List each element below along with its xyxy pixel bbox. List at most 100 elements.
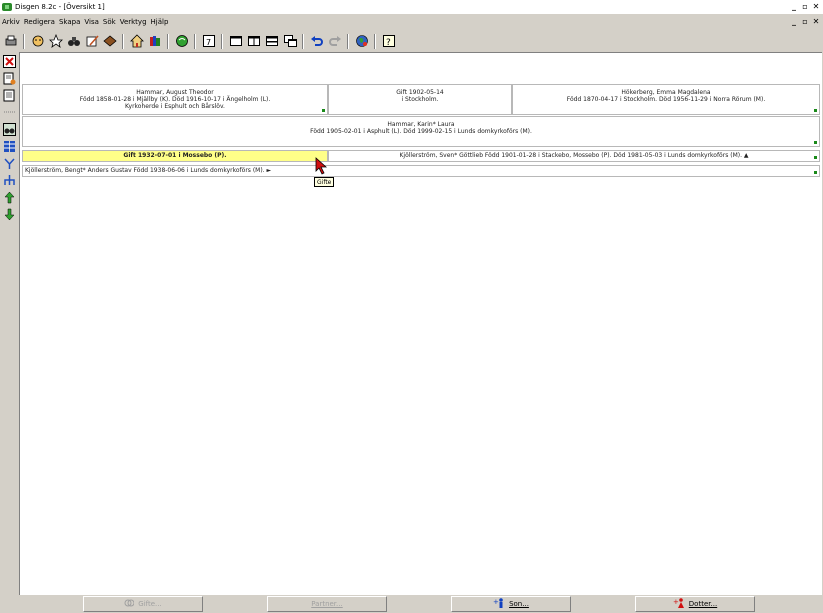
marriage-box[interactable]: Gift 1932-07-01 i Mossebo (P).	[22, 150, 328, 162]
navigate-up-icon[interactable]	[2, 190, 17, 205]
menu-skapa[interactable]: Skapa	[57, 18, 82, 26]
child-box[interactable]: Kjöllerström, Bengt* Anders Gustav Född …	[22, 165, 820, 177]
navigate-down-icon[interactable]	[2, 207, 17, 222]
gifte-label: Gifte...	[138, 600, 162, 608]
menu-redigera[interactable]: Redigera	[22, 18, 57, 26]
view-horizontal-split-icon[interactable]	[264, 34, 279, 49]
print-icon[interactable]	[3, 34, 18, 49]
descendants-icon[interactable]	[2, 173, 17, 188]
ancestors-icon[interactable]	[2, 156, 17, 171]
mdi-close-icon[interactable]: ✕	[811, 17, 821, 26]
parents-marriage-box[interactable]: Gift 1902-05-14 i Stockholm.	[328, 84, 512, 115]
subject-marker-icon	[814, 141, 817, 144]
subject-dates: Född 1905-02-01 i Asphult (L). Död 1999-…	[310, 128, 532, 135]
parents-marriage-place: i Stockholm.	[401, 96, 439, 103]
mdi-window-controls: _ ▫ ✕	[789, 17, 821, 26]
redo-icon[interactable]	[327, 34, 342, 49]
mouse-cursor-icon	[315, 157, 329, 177]
search-person-icon[interactable]	[2, 122, 17, 137]
tooltip: Gifte	[314, 177, 335, 187]
dotter-button[interactable]: + Dotter...	[635, 596, 755, 612]
separator-icon	[2, 105, 17, 120]
marriage-text: Gift 1932-07-01 i Mossebo (P).	[123, 152, 227, 159]
close-icon[interactable]: ✕	[811, 2, 821, 11]
dotter-icon: +	[673, 598, 685, 610]
subject-name: Hammar, Karin* Laura	[387, 121, 455, 128]
bottom-bar: Gifte... Partner... + Son... + Dotter...	[19, 595, 822, 613]
person-icon[interactable]	[30, 34, 45, 49]
father-name: Hammar, August Theodor	[136, 89, 214, 96]
notes-icon[interactable]	[84, 34, 99, 49]
dotter-label: Dotter...	[688, 600, 718, 608]
child-text: Kjöllerström, Bengt* Anders Gustav Född …	[25, 167, 272, 174]
window-controls: _ ▫ ✕	[789, 2, 821, 11]
menu-arkiv[interactable]: Arkiv	[0, 18, 22, 26]
menu-hjalp[interactable]: Hjälp	[149, 18, 171, 26]
svg-text:+: +	[493, 598, 499, 606]
toolbar: 7 ?	[0, 31, 823, 51]
spouse-box[interactable]: Kjöllerström, Sven* Göttlieb Född 1901-0…	[328, 150, 820, 162]
father-box[interactable]: Hammar, August Theodor Född 1858-01-28 i…	[22, 84, 328, 115]
spouse-marker-icon	[814, 156, 817, 159]
mdi-minimize-icon[interactable]: _	[789, 17, 799, 26]
list-view-icon[interactable]	[2, 139, 17, 154]
maximize-icon[interactable]: ▫	[800, 2, 810, 11]
spouse-text: Kjöllerström, Sven* Göttlieb Född 1901-0…	[399, 152, 749, 159]
binoculars-icon[interactable]	[66, 34, 81, 49]
undo-icon[interactable]	[309, 34, 324, 49]
son-button[interactable]: + Son...	[451, 596, 571, 612]
toolbar-separator	[122, 33, 124, 49]
title-bar: Disgen 8.2c - [Översikt 1] _ ▫ ✕	[0, 0, 823, 14]
view-single-icon[interactable]	[228, 34, 243, 49]
father-dates: Född 1858-01-28 i Mjällby (K). Död 1916-…	[79, 96, 271, 103]
child-marker-icon	[814, 171, 817, 174]
toolbar-separator	[194, 33, 196, 49]
son-icon: +	[493, 598, 505, 610]
svg-text:?: ?	[386, 38, 391, 48]
left-toolbar	[0, 52, 19, 613]
partner-button[interactable]: Partner...	[267, 596, 387, 612]
globe-icon[interactable]	[354, 34, 369, 49]
toolbar-separator	[167, 33, 169, 49]
help-icon[interactable]: ?	[381, 34, 396, 49]
edit-document-icon[interactable]	[2, 71, 17, 86]
svg-text:7: 7	[206, 38, 211, 47]
book-icon[interactable]	[102, 34, 117, 49]
gifte-icon	[124, 598, 135, 610]
svg-text:+: +	[673, 598, 679, 606]
menu-visa[interactable]: Visa	[82, 18, 101, 26]
toolbar-separator	[221, 33, 223, 49]
view-cascade-icon[interactable]	[282, 34, 297, 49]
books-icon[interactable]	[147, 34, 162, 49]
app-icon	[2, 3, 12, 11]
parents-marriage-date: Gift 1902-05-14	[396, 89, 444, 96]
mother-box[interactable]: Hökerberg, Emma Magdalena Född 1870-04-1…	[512, 84, 820, 115]
document-list-icon[interactable]	[2, 88, 17, 103]
favorites-icon[interactable]	[48, 34, 63, 49]
toolbar-separator	[23, 33, 25, 49]
menu-verktyg[interactable]: Verktyg	[118, 18, 149, 26]
home-icon[interactable]	[129, 34, 144, 49]
toolbar-separator	[302, 33, 304, 49]
partner-label: Partner...	[311, 600, 343, 608]
tree-icon[interactable]	[174, 34, 189, 49]
mother-dates: Född 1870-04-17 i Stockholm. Död 1956-11…	[566, 96, 766, 103]
gifte-button[interactable]: Gifte...	[83, 596, 203, 612]
overview-canvas: Hammar, August Theodor Född 1858-01-28 i…	[19, 52, 822, 595]
son-label: Son...	[509, 600, 529, 608]
toolbar-separator	[347, 33, 349, 49]
menu-bar: Arkiv Redigera Skapa Visa Sök Verktyg Hj…	[0, 15, 170, 28]
view-vertical-split-icon[interactable]	[246, 34, 261, 49]
delete-icon[interactable]	[2, 54, 17, 69]
father-note: Kyrkoherde i Esphult och Bårslöv.	[125, 103, 225, 110]
subject-box[interactable]: Hammar, Karin* Laura Född 1905-02-01 i A…	[22, 116, 820, 147]
window-title: Disgen 8.2c - [Översikt 1]	[15, 3, 105, 11]
menu-sok[interactable]: Sök	[101, 18, 118, 26]
mother-marker-icon	[814, 109, 817, 112]
toolbar-separator	[374, 33, 376, 49]
father-marker-icon	[322, 109, 325, 112]
calendar-icon[interactable]: 7	[201, 34, 216, 49]
minimize-icon[interactable]: _	[789, 2, 799, 11]
mdi-restore-icon[interactable]: ▫	[800, 17, 810, 26]
mother-name: Hökerberg, Emma Magdalena	[621, 89, 711, 96]
